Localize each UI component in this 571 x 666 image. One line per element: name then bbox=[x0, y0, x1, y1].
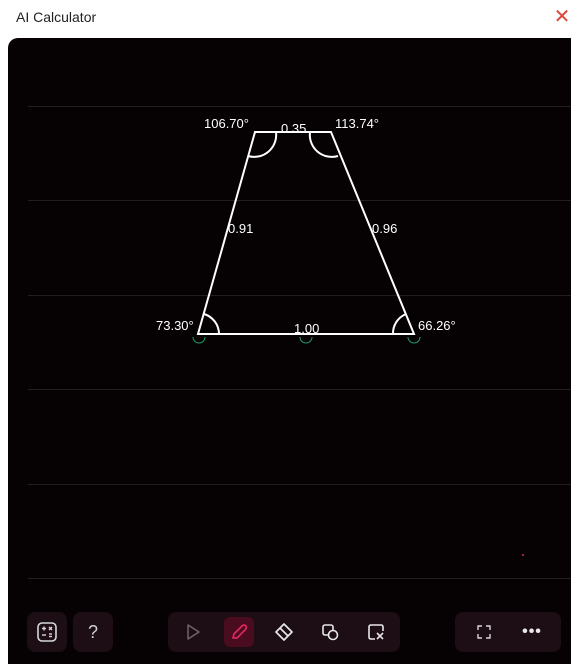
angle-arc-top-right bbox=[308, 131, 339, 158]
more-button[interactable]: ••• bbox=[517, 617, 547, 647]
angle-arc-bottom-left bbox=[203, 313, 220, 335]
close-icon[interactable]: ✕ bbox=[551, 6, 571, 28]
select-icon bbox=[184, 623, 202, 641]
clear-tool-button[interactable] bbox=[361, 617, 391, 647]
side-label-right: 0.96 bbox=[372, 221, 398, 236]
drawing-canvas[interactable]: 106.70° 0.35 113.74° 0.91 0.96 73.30° 1.… bbox=[8, 38, 571, 664]
pen-tool-button[interactable] bbox=[224, 617, 254, 647]
window-title: AI Calculator bbox=[16, 9, 97, 25]
fullscreen-button[interactable] bbox=[469, 617, 499, 647]
eraser-tool-button[interactable] bbox=[269, 617, 299, 647]
angle-arc-bottom-right bbox=[391, 313, 407, 335]
more-icon: ••• bbox=[522, 623, 542, 640]
angle-label-bottom-left: 73.30° bbox=[156, 318, 194, 333]
calculator-icon bbox=[36, 621, 58, 643]
view-tools: ••• bbox=[455, 612, 561, 652]
shapes-tool-button[interactable] bbox=[315, 617, 345, 647]
pen-dot bbox=[522, 554, 524, 556]
point-marker-left bbox=[192, 336, 206, 344]
angle-label-bottom-right: 66.26° bbox=[418, 318, 456, 333]
angle-label-top-right: 113.74° bbox=[335, 116, 379, 131]
clear-icon bbox=[366, 622, 386, 642]
side-label-bottom: 1.00 bbox=[294, 321, 320, 336]
help-icon: ? bbox=[87, 621, 98, 642]
shapes-icon bbox=[320, 622, 340, 642]
point-marker-mid bbox=[299, 336, 313, 344]
point-marker-right bbox=[407, 336, 421, 344]
angle-label-top-left: 106.70° bbox=[204, 116, 249, 131]
calculator-button[interactable] bbox=[27, 612, 67, 652]
select-tool-button[interactable] bbox=[178, 617, 208, 647]
help-button[interactable]: ? bbox=[73, 612, 113, 652]
side-label-left: 0.91 bbox=[228, 221, 254, 236]
pen-icon bbox=[229, 622, 249, 642]
drawing-tools bbox=[168, 612, 400, 652]
fullscreen-icon bbox=[475, 623, 493, 641]
eraser-icon bbox=[274, 622, 294, 642]
app-window: AI Calculator ✕ 106.70° 0.35 113.74° 0.9… bbox=[0, 0, 571, 666]
side-label-top: 0.35 bbox=[281, 121, 307, 136]
title-bar: AI Calculator ✕ bbox=[0, 0, 571, 36]
